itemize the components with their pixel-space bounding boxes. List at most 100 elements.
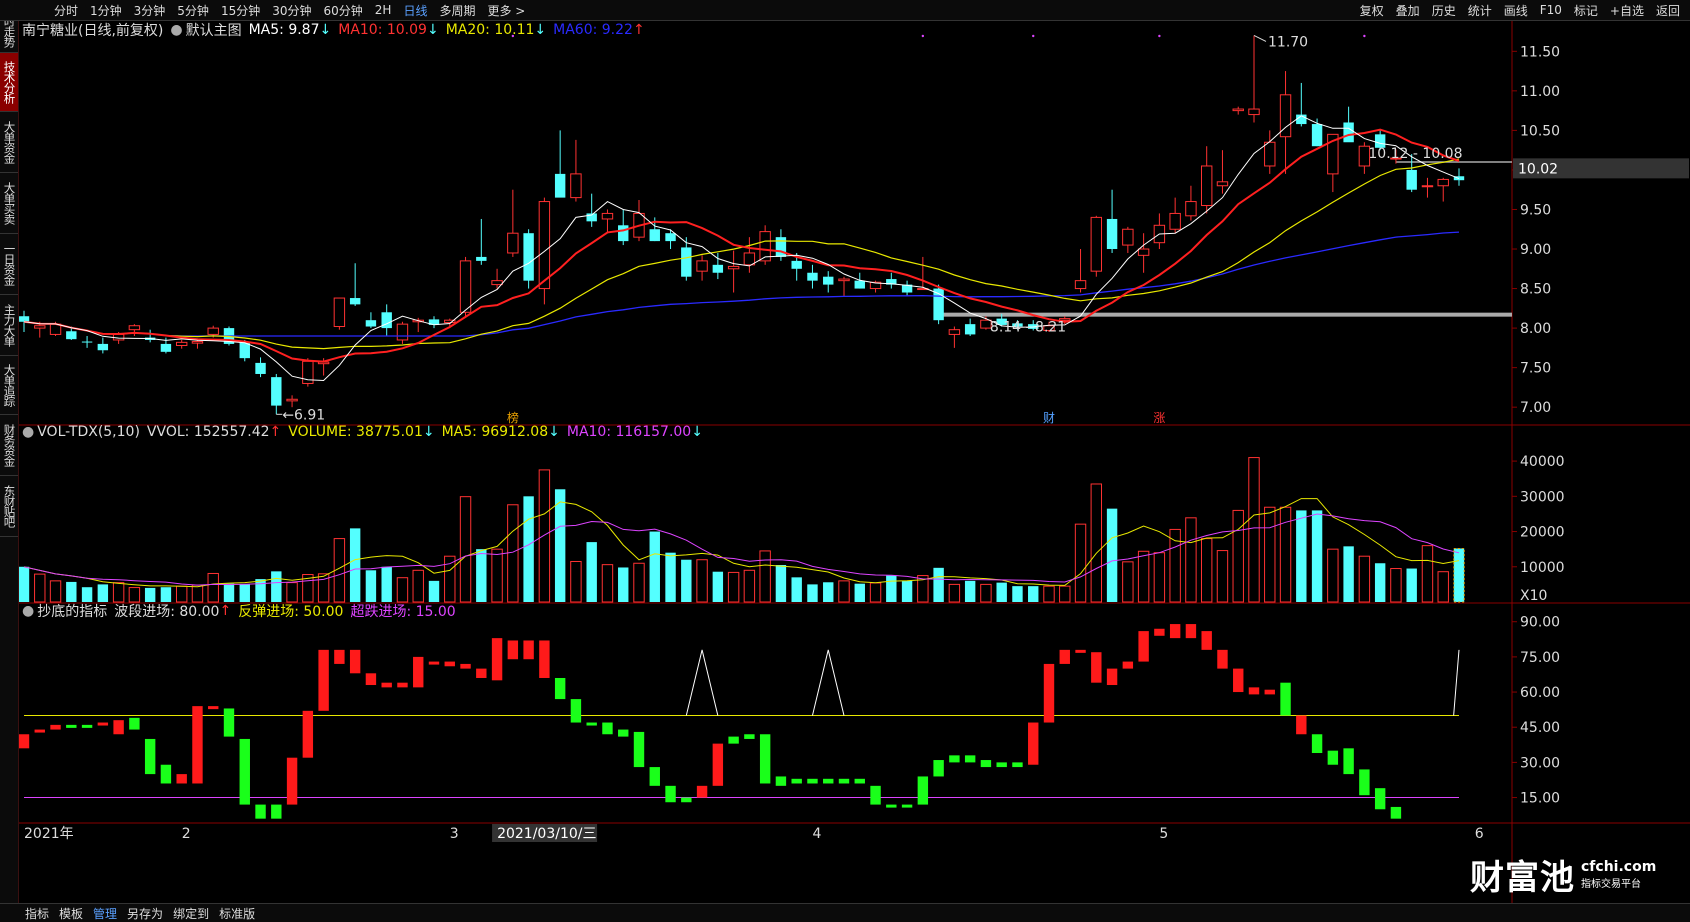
period-tab-6[interactable]: 60分钟	[318, 2, 369, 19]
sidebar-tab-4[interactable]: 一日资金	[0, 234, 18, 295]
period-tab-4[interactable]: 15分钟	[215, 2, 266, 19]
sidebar-tab-3[interactable]: 大单买卖	[0, 173, 18, 234]
candle-up	[1200, 165, 1213, 207]
x-axis-label: 2021年	[24, 826, 74, 842]
sidebar-tab-7[interactable]: 财务资金	[0, 415, 18, 476]
tool-button-7[interactable]: +自选	[1604, 2, 1650, 19]
period-tab-10[interactable]: 更多 >	[481, 2, 531, 19]
vvol-arrow: ↑	[269, 424, 282, 440]
signal-spike-last	[1453, 649, 1460, 716]
volume-bar-down	[144, 587, 156, 602]
indicator-tool-2[interactable]: 管理	[88, 905, 122, 922]
vol-tick-label: 10000	[1520, 560, 1565, 576]
indicator-tool-4[interactable]: 绑定到	[168, 905, 214, 922]
period-tab-9[interactable]: 多周期	[433, 2, 481, 19]
candle-down	[271, 377, 282, 406]
vol-tick-label: 30000	[1520, 489, 1565, 505]
indicator-bar	[129, 717, 140, 730]
period-tab-2[interactable]: 3分钟	[128, 2, 172, 19]
indicator-tool-1[interactable]: 模板	[54, 905, 88, 922]
indicator-bar	[81, 724, 93, 728]
period-tab-8[interactable]: 日线	[397, 2, 433, 19]
volume-bar-up	[1216, 550, 1229, 603]
tool-button-2[interactable]: 历史	[1426, 2, 1462, 19]
indicator-bar	[1390, 806, 1402, 819]
sidebar-tab-5[interactable]: 主力大单	[0, 295, 18, 356]
tool-button-0[interactable]: 复权	[1354, 2, 1390, 19]
volume-bar-up	[1137, 550, 1150, 603]
candle-up	[727, 265, 740, 270]
tool-button-6[interactable]: 标记	[1568, 2, 1604, 19]
indicator-bar	[1343, 748, 1354, 775]
vol-dot-icon: ●	[22, 424, 35, 440]
tool-button-4[interactable]: 画线	[1498, 2, 1534, 19]
candle-down	[823, 276, 834, 285]
ma20-value: MA20: 10.11	[445, 22, 535, 38]
indicator-tool-0[interactable]: 指标	[20, 905, 54, 922]
volume-bar-up	[743, 569, 756, 603]
candle-up	[948, 329, 961, 335]
high-label: 11.70	[1268, 34, 1308, 50]
indicator-bar	[1075, 649, 1086, 653]
volume-bar-up	[459, 496, 472, 603]
signal-spike	[685, 649, 719, 716]
candle-up	[459, 260, 472, 313]
indicator-bar	[1280, 682, 1291, 716]
candle-down	[365, 320, 377, 327]
indicator-tool-3[interactable]: 另存为	[122, 905, 168, 922]
ind-name[interactable]: 抄底的指标	[37, 601, 107, 621]
sidebar-tab-2[interactable]: 大单资金	[0, 112, 18, 173]
volume-bar-up	[412, 569, 424, 603]
ma20-line	[23, 158, 1460, 350]
indicator-bar	[964, 755, 976, 763]
sidebar-tab-6[interactable]: 大单追踪	[0, 356, 18, 415]
indicator-bar	[239, 738, 250, 805]
top-dot	[1363, 34, 1366, 38]
sidebar-tab-1[interactable]: 技术分析	[0, 53, 18, 112]
candle-down	[255, 362, 266, 374]
template-name[interactable]: 默认主图	[186, 20, 242, 40]
chart-title[interactable]: 南宁糖业(日线,前复权)	[22, 20, 163, 40]
candle-up	[333, 297, 346, 328]
tool-button-3[interactable]: 统计	[1462, 2, 1498, 19]
candle-up	[128, 325, 141, 331]
vol-ma5-arrow: ↓	[548, 424, 560, 440]
period-tab-0[interactable]: 分时	[48, 2, 84, 19]
candle-down	[81, 341, 93, 343]
indicator-bar	[1028, 722, 1039, 765]
period-tab-5[interactable]: 30分钟	[266, 2, 317, 19]
period-tabs: 分时 1分钟 3分钟 5分钟 15分钟 30分钟 60分钟 2H 日线 多周期 更多 >	[0, 0, 531, 20]
candle-up	[1232, 108, 1244, 112]
volume-bar-down	[19, 566, 30, 602]
candle-down	[807, 272, 818, 281]
candle-up	[507, 232, 519, 254]
price-tick-label: 9.00	[1520, 242, 1551, 258]
indicator-bar	[570, 699, 582, 723]
period-toolbar: 分时 1分钟 3分钟 5分钟 15分钟 30分钟 60分钟 2H 日线 多周期 更多 > 复权 叠加历…	[0, 0, 1690, 21]
vol-indicator-name[interactable]: VOL-TDX(5,10)	[37, 424, 140, 440]
candle-up	[696, 260, 708, 272]
volume-bar-up	[1248, 457, 1260, 603]
volume-bar-down	[476, 549, 487, 602]
indicator-bar	[870, 785, 881, 805]
volume-bar-down	[823, 582, 834, 602]
kline-chart[interactable]: 11.5011.0010.5010.009.509.008.508.007.50…	[19, 21, 1690, 903]
period-tab-7[interactable]: 2H	[369, 3, 398, 17]
ind-dot-icon: ●	[22, 603, 35, 619]
candle-down	[66, 331, 77, 340]
tool-button-5[interactable]: F10	[1534, 3, 1568, 17]
candle-up	[286, 398, 298, 402]
x-axis-label: 5	[1159, 826, 1168, 842]
volume-bar-down	[854, 583, 865, 602]
period-tab-1[interactable]: 1分钟	[84, 2, 128, 19]
period-tab-3[interactable]: 5分钟	[171, 2, 215, 19]
candle-up	[1421, 185, 1434, 188]
indicator-bar	[1185, 624, 1197, 639]
tool-button-8[interactable]: 返回	[1650, 2, 1686, 19]
indicator-header: ● 抄底的指标 波段进场: 80.00 ↑ 反弹进场: 50.00 超跌进场: 1…	[22, 601, 463, 621]
indicator-tool-5[interactable]: 标准版	[214, 905, 260, 922]
tool-button-1[interactable]: 叠加	[1390, 2, 1426, 19]
sidebar-tab-8[interactable]: 东财贴吧	[0, 476, 18, 537]
indicator-bar	[1264, 689, 1275, 695]
indicator-bar	[208, 706, 219, 710]
